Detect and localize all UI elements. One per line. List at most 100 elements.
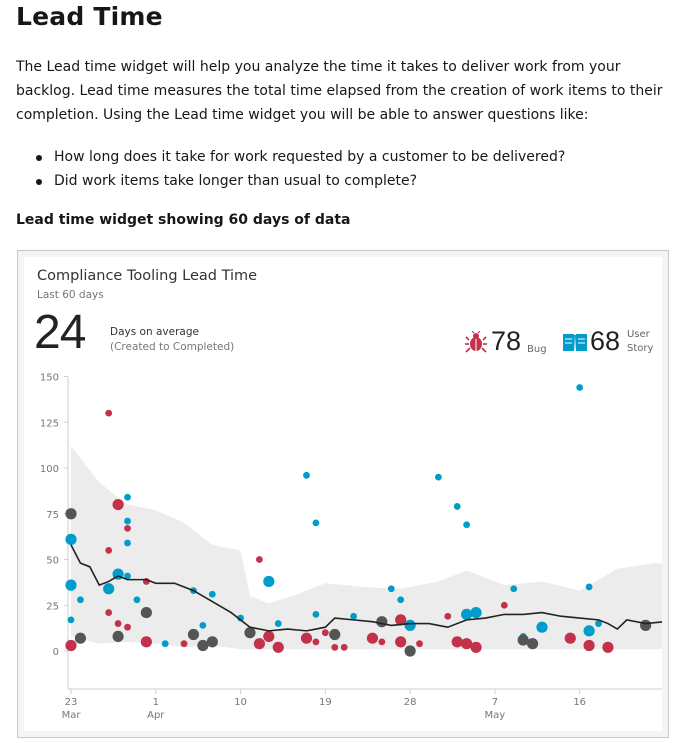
document: Lead Time The Lead time widget will help… <box>0 0 680 743</box>
bug-point <box>124 524 131 532</box>
story-point <box>274 620 282 627</box>
average-sublabel: (Created to Completed) <box>110 341 235 353</box>
bug-point <box>256 556 263 563</box>
bug-point <box>416 640 423 648</box>
multi-item-point <box>206 636 218 648</box>
x-tick-label: 19 <box>319 697 332 708</box>
bug-point <box>253 638 265 650</box>
bug-point <box>321 629 329 637</box>
story-point <box>65 579 77 591</box>
bug-point <box>312 638 320 646</box>
x-tick-label: 10 <box>234 697 247 708</box>
y-tick-label: 100 <box>40 464 59 475</box>
list-item: How long does it take for work requested… <box>16 145 565 169</box>
bug-point <box>366 632 379 644</box>
story-point <box>133 596 141 604</box>
story-point <box>199 621 207 629</box>
y-tick-label: 50 <box>46 556 59 567</box>
story-point <box>124 539 131 547</box>
story-point <box>312 519 320 527</box>
x-tick-label: 23 <box>65 697 78 708</box>
bug-point <box>272 641 284 653</box>
average-days-value: 24 <box>34 306 86 359</box>
bug-point <box>140 636 152 648</box>
multi-item-point <box>404 645 416 657</box>
story-point <box>65 533 77 545</box>
bug-point <box>470 641 482 653</box>
multi-item-point <box>112 630 124 642</box>
book-icon <box>563 334 587 352</box>
multi-item-point <box>376 616 388 628</box>
story-point <box>453 503 461 510</box>
bug-point <box>105 609 113 616</box>
bug-point <box>112 499 124 511</box>
bug-point <box>331 643 339 651</box>
intro-paragraph: The Lead time widget will help you analy… <box>16 59 663 123</box>
widget-title: Compliance Tooling Lead Time <box>37 268 258 284</box>
list-item: Did work items take longer than usual to… <box>16 169 565 193</box>
multi-item-point <box>329 628 341 641</box>
y-tick-label: 150 <box>40 373 59 384</box>
bug-point <box>263 630 275 642</box>
y-tick-label: 0 <box>53 647 59 658</box>
x-tick-label: 7 <box>492 697 498 708</box>
bug-point <box>300 632 313 644</box>
bug-point <box>602 641 614 653</box>
bug-point <box>444 612 452 620</box>
story-point <box>585 583 593 591</box>
page-title: Lead Time <box>16 2 163 31</box>
story-point <box>461 608 473 620</box>
story-point <box>463 521 471 529</box>
x-tick-month-label: Mar <box>62 710 82 721</box>
lead-time-widget[interactable]: 0 25 50 75 100 125 150 23 Mar 1 Apr 10 19 28 7 May 16 Co… <box>24 257 662 731</box>
story-point <box>263 575 275 588</box>
story-point <box>470 606 482 619</box>
bug-point <box>395 636 407 648</box>
story-point <box>536 621 548 633</box>
bug-point <box>105 546 113 554</box>
y-tick-label: 75 <box>46 510 59 521</box>
story-point <box>77 596 84 604</box>
story-point <box>387 585 395 593</box>
bug-count: 78 <box>491 326 522 356</box>
story-point <box>397 596 405 604</box>
multi-item-point <box>187 628 200 641</box>
bug-label: Bug <box>527 344 547 355</box>
bug-point <box>114 620 122 627</box>
x-tick-label: 28 <box>404 697 417 708</box>
story-point <box>303 471 310 479</box>
story-label-line1: User <box>627 329 650 340</box>
multi-item-point <box>140 606 152 619</box>
figure-caption: Lead time widget showing 60 days of data <box>16 212 351 228</box>
story-point <box>350 612 357 620</box>
average-label: Days on average <box>110 326 199 338</box>
widget-frame: 0 25 50 75 100 125 150 23 Mar 1 Apr 10 19 28 7 May 16 Co… <box>17 250 669 738</box>
multi-item-point <box>74 632 87 644</box>
story-point <box>67 616 75 624</box>
bug-point <box>65 639 77 652</box>
story-point <box>124 493 131 501</box>
multi-item-point <box>526 638 539 650</box>
story-label-line2: Story <box>627 343 654 354</box>
bug-point <box>583 639 595 652</box>
story-point <box>208 590 216 598</box>
bug-point <box>340 643 348 651</box>
story-point <box>510 585 518 593</box>
story-count: 68 <box>590 326 621 356</box>
y-tick-label: 125 <box>40 418 59 429</box>
x-tick-month-label: Apr <box>147 710 165 721</box>
bug-icon <box>465 331 487 353</box>
widget-subtitle: Last 60 days <box>37 289 104 301</box>
confidence-band <box>71 446 662 650</box>
bug-point <box>451 636 463 648</box>
bug-point <box>500 601 508 609</box>
story-point <box>124 517 131 525</box>
x-tick-month-label: May <box>485 710 506 721</box>
x-tick-label: 1 <box>153 697 159 708</box>
bug-point <box>378 638 386 646</box>
story-point <box>583 625 595 637</box>
story-point <box>103 583 115 595</box>
bug-point <box>564 632 576 644</box>
multi-item-point <box>65 508 77 520</box>
x-tick-label: 16 <box>573 697 586 708</box>
